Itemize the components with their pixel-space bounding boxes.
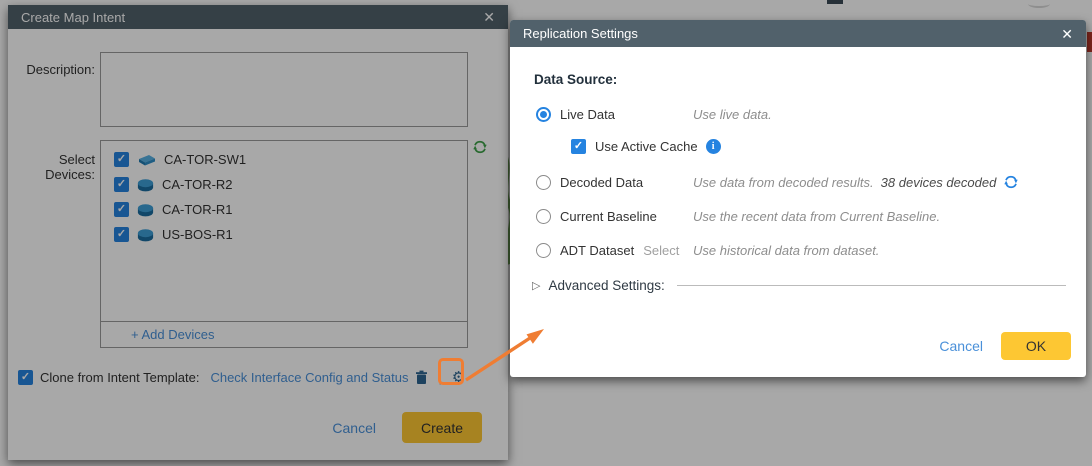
data-source-label: Data Source: (534, 72, 617, 87)
adt-select-link[interactable]: Select (643, 243, 679, 258)
radio-unselected[interactable] (536, 209, 551, 224)
replication-dialog-footer: Cancel OK (939, 332, 1071, 360)
checkbox-checked[interactable]: ✓ (571, 139, 586, 154)
radio-unselected[interactable] (536, 175, 551, 190)
divider-line (677, 285, 1066, 286)
option-label: Current Baseline (560, 209, 657, 224)
cancel-button[interactable]: Cancel (939, 338, 983, 354)
option-current-baseline[interactable]: Current Baseline Use the recent data fro… (536, 205, 1066, 227)
option-description: Use live data. (693, 107, 772, 122)
option-use-active-cache[interactable]: ✓ Use Active Cache i (571, 135, 1066, 157)
replication-dialog-title: Replication Settings (523, 26, 638, 41)
refresh-decoded-icon[interactable] (1003, 174, 1019, 190)
option-live-data[interactable]: Live Data Use live data. (536, 103, 1066, 125)
option-description: Use historical data from dataset. (693, 243, 879, 258)
annotation-arrow (458, 322, 558, 392)
option-decoded-data[interactable]: Decoded Data Use data from decoded resul… (536, 171, 1066, 193)
decoded-count: 38 devices decoded (881, 175, 997, 190)
radio-unselected[interactable] (536, 243, 551, 258)
active-cache-label: Use Active Cache (595, 139, 698, 154)
close-icon[interactable]: ✕ (1061, 27, 1073, 41)
option-label: Decoded Data (560, 175, 643, 190)
option-description: Use the recent data from Current Baselin… (693, 209, 940, 224)
ok-button[interactable]: OK (1001, 332, 1071, 360)
radio-selected[interactable] (536, 107, 551, 122)
advanced-settings-label: Advanced Settings: (548, 278, 664, 293)
option-label: Live Data (560, 107, 615, 122)
option-description: Use data from decoded results. (693, 175, 874, 190)
expander-triangle-icon[interactable]: ▷ (532, 279, 540, 292)
option-adt-dataset[interactable]: ADT Dataset Select Use historical data f… (536, 239, 1066, 261)
advanced-settings-row[interactable]: ▷ Advanced Settings: (532, 274, 1066, 296)
replication-dialog-header: Replication Settings ✕ (510, 20, 1086, 47)
screen: 4 Create Map Intent ✕ Description: Selec… (0, 0, 1092, 466)
replication-settings-dialog: Replication Settings ✕ Data Source: Live… (510, 20, 1086, 377)
info-icon[interactable]: i (706, 139, 721, 154)
option-label: ADT Dataset (560, 243, 634, 258)
